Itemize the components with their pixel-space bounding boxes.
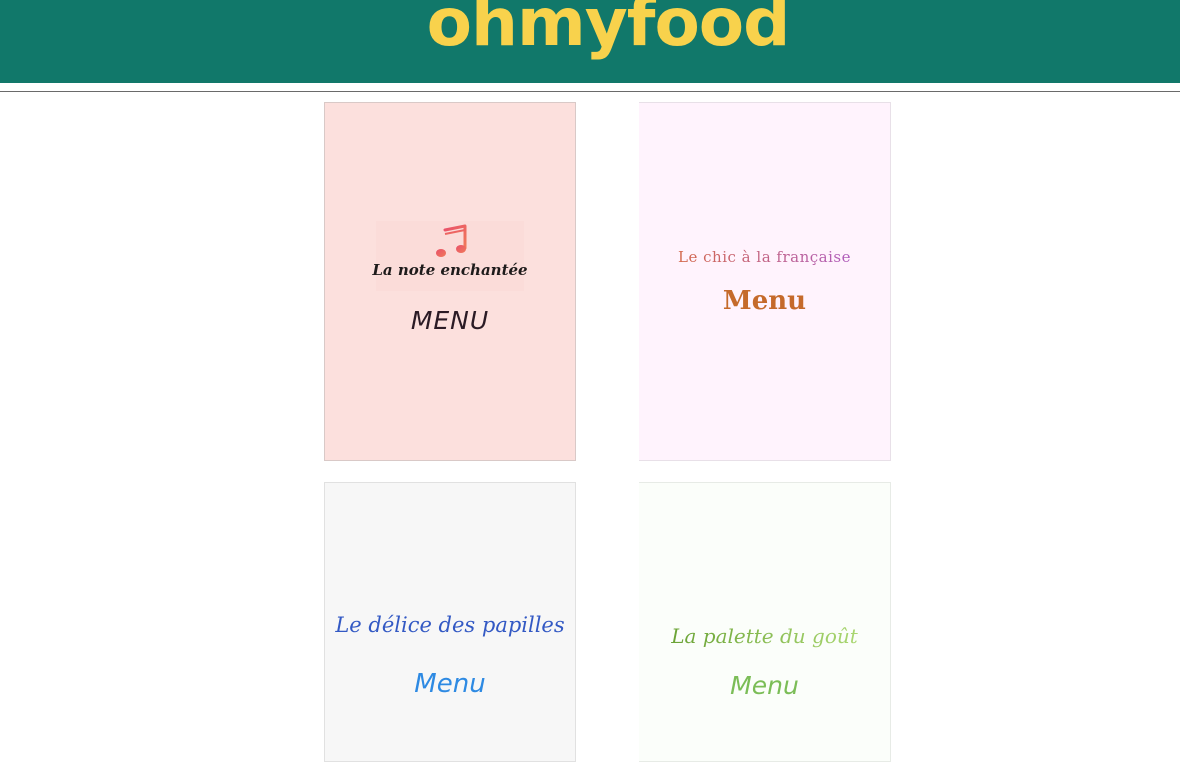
menu-link[interactable]: Menu <box>325 669 575 699</box>
restaurant-card-le-chic-a-la-francaise[interactable]: Le chic à la française Menu <box>639 102 891 461</box>
site-header: ohmyfood <box>0 0 1180 83</box>
music-note-icon <box>436 224 467 257</box>
restaurant-name: Le délice des papilles <box>335 613 565 637</box>
restaurant-card-la-palette-du-gout[interactable]: La palette du goût Menu <box>639 482 891 762</box>
menu-link[interactable]: Menu <box>639 286 890 316</box>
menu-link[interactable]: MENU <box>325 306 575 335</box>
restaurant-card-le-delice-des-papilles[interactable]: Le délice des papilles Menu <box>324 482 576 762</box>
site-logo[interactable]: ohmyfood <box>427 0 791 56</box>
menu-link[interactable]: Menu <box>639 671 890 700</box>
restaurant-name: La palette du goût <box>639 624 890 648</box>
restaurant-name: Le chic à la française <box>639 248 890 266</box>
restaurant-name: La note enchantée <box>372 261 528 279</box>
header-divider <box>0 91 1180 92</box>
restaurant-card-la-note-enchantee[interactable]: La note enchantée MENU <box>324 102 576 461</box>
